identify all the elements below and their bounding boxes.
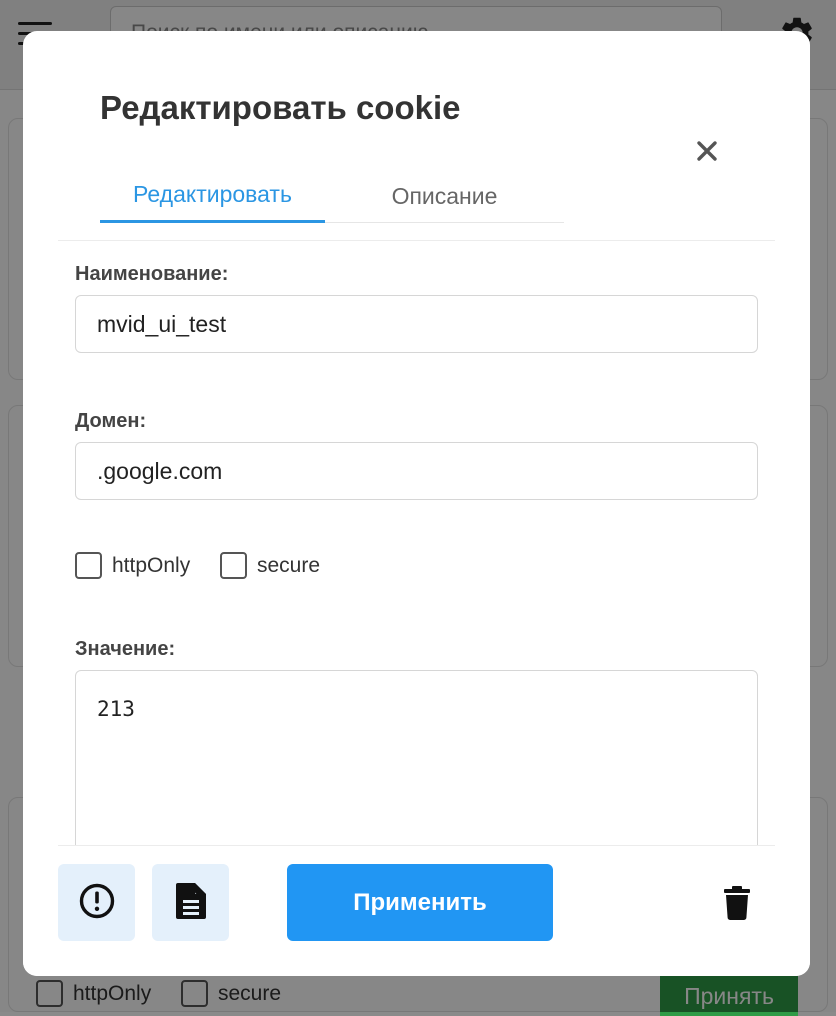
document-icon [175, 883, 206, 922]
edit-cookie-dialog: Редактировать cookie Редактировать Описа… [23, 31, 810, 976]
secure-checkbox[interactable]: secure [220, 552, 320, 579]
dialog-tabs: Редактировать Описание [100, 169, 564, 223]
domain-label: Домен: [75, 410, 147, 432]
divider [58, 240, 775, 241]
domain-field[interactable] [75, 442, 758, 500]
httponly-checkbox-box[interactable] [75, 552, 102, 579]
exclamation-circle-icon [78, 882, 116, 923]
tab-description[interactable]: Описание [325, 169, 564, 223]
name-field[interactable] [75, 295, 758, 353]
dialog-footer: Применить [23, 845, 810, 976]
description-button[interactable] [152, 864, 229, 941]
close-icon[interactable] [691, 135, 723, 167]
secure-label: secure [257, 553, 321, 577]
name-label: Наименование: [75, 263, 229, 285]
value-label: Значение: [75, 638, 176, 660]
divider [58, 845, 775, 846]
httponly-checkbox[interactable]: httpOnly [75, 552, 190, 579]
info-button[interactable] [58, 864, 135, 941]
trash-icon[interactable] [713, 882, 761, 924]
tab-edit[interactable]: Редактировать [100, 169, 325, 223]
secure-checkbox-box[interactable] [220, 552, 247, 579]
httponly-label: httpOnly [112, 553, 191, 577]
apply-button[interactable]: Применить [287, 864, 553, 941]
dialog-title: Редактировать cookie [100, 89, 461, 126]
